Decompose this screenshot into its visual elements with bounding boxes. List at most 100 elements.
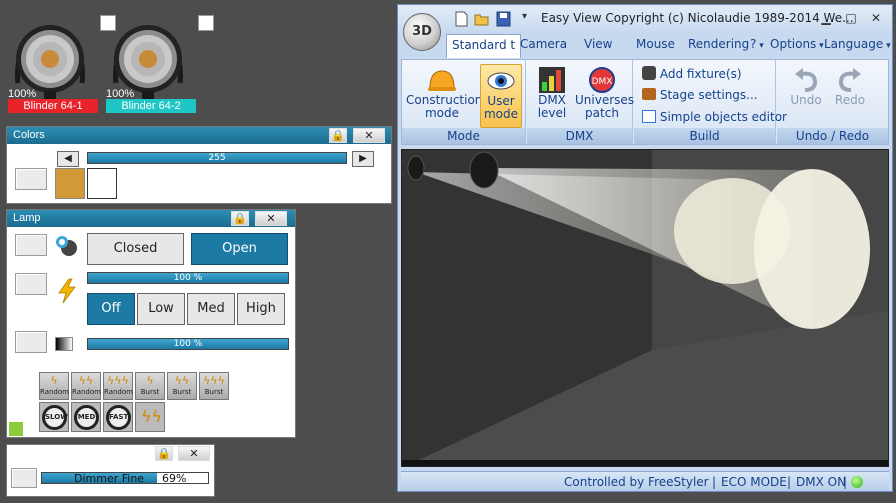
tab-view[interactable]: View	[584, 37, 612, 51]
lamp-panel-title: Lamp	[7, 210, 295, 227]
redo-label: Redo	[834, 93, 866, 107]
quick-access-dropdown-icon[interactable]: ▾	[522, 11, 527, 22]
add-fixtures-button[interactable]: Add fixture(s)	[642, 66, 742, 81]
simple-objects-editor-label: Simple objects editor	[659, 110, 787, 124]
ribbon-tabs: Standard t Camera View Mouse Rendering ?…	[398, 33, 892, 59]
lock-icon[interactable]: 🔒	[155, 446, 173, 461]
burst-effect-button[interactable]: ϟ Burst	[135, 372, 165, 400]
random-effect-button[interactable]: ϟϟϟ Random	[103, 372, 133, 400]
tab-mouse[interactable]: Mouse	[636, 37, 675, 51]
options-label: Options	[770, 37, 817, 51]
slider-left-button[interactable]: ◀	[57, 151, 79, 167]
resize-grip-icon[interactable]	[9, 422, 23, 436]
universes-patch-button[interactable]: DMX Universes patch	[575, 64, 634, 126]
close-button[interactable]: ✕	[178, 446, 210, 461]
color-swatch-amber[interactable]	[55, 168, 85, 199]
color-slider[interactable]: 255	[87, 152, 347, 164]
strobe-high-button[interactable]: High	[237, 293, 285, 325]
random-effect-button[interactable]: ϟ Random	[39, 372, 69, 400]
eye-icon	[487, 72, 515, 90]
stage-settings-button[interactable]: Stage settings...	[642, 88, 758, 102]
ribbon-group-undo: Undo Redo Undo / Redo	[777, 60, 888, 144]
color-swatch-white[interactable]	[87, 168, 117, 199]
fixture-select-checkbox[interactable]	[198, 15, 214, 31]
status-eco-mode: ECO MODE	[721, 475, 787, 489]
random-effect-button[interactable]: ϟϟ Random	[71, 372, 101, 400]
ribbon-group-mode: Construction mode User mode Mode	[402, 60, 526, 144]
lamp-panel: Lamp 🔒 ✕ Closed Open 100 % Off Low Med H…	[6, 209, 296, 438]
3d-viewport[interactable]	[401, 149, 889, 467]
simple-objects-editor-button[interactable]: Simple objects editor	[642, 110, 787, 124]
construction-mode-button[interactable]: Construction mode	[406, 64, 482, 126]
language-menu[interactable]: Language ▾	[824, 37, 891, 51]
strobe-med-button[interactable]: Med	[187, 293, 235, 325]
lightning-off-icon: ϟϟ	[141, 407, 163, 426]
strobe-low-button[interactable]: Low	[137, 293, 185, 325]
lightning-icon: ϟ	[146, 374, 154, 387]
easy-view-window: ▾ Easy View Copyright (c) Nicolaudie 198…	[397, 4, 893, 492]
lightning-icon: ϟϟ	[78, 374, 94, 387]
shutter-select-button[interactable]	[15, 234, 47, 256]
group-label-dmx: DMX	[527, 128, 632, 144]
effect-label: Random	[72, 388, 101, 396]
open-folder-icon[interactable]	[474, 11, 489, 27]
save-icon[interactable]	[496, 11, 511, 27]
lightning-icon: ϟϟϟ	[203, 374, 225, 387]
shutter-closed-button[interactable]: Closed	[87, 233, 184, 265]
dimmer-fine-slider[interactable]: Dimmer Fine 69%	[41, 472, 209, 485]
colors-select-button[interactable]	[15, 168, 47, 190]
user-mode-button[interactable]: User mode	[480, 64, 522, 128]
tab-standard[interactable]: Standard t	[446, 34, 522, 58]
fast-speed-button[interactable]: FAST	[103, 402, 133, 432]
options-menu[interactable]: Options ▾	[770, 37, 824, 51]
close-button[interactable]: ✕	[353, 128, 385, 143]
close-button[interactable]: ✕	[255, 211, 287, 226]
strobe-stop-button[interactable]: ϟϟ	[135, 402, 165, 432]
status-separator: |	[712, 475, 717, 489]
dimmer-fine-panel: 🔒 ✕ Dimmer Fine 69%	[6, 444, 215, 497]
construction-mode-label: Construction mode	[406, 93, 483, 120]
dimmer-fine-value: 69%	[162, 472, 187, 485]
dimmer-slider[interactable]: 100 %	[87, 338, 289, 350]
maximize-button[interactable]: □	[841, 9, 861, 27]
slider-right-button[interactable]: ▶	[352, 151, 374, 167]
burst-effect-button[interactable]: ϟϟϟ Burst	[199, 372, 229, 400]
close-window-button[interactable]: ✕	[866, 9, 886, 27]
fixture-blinder-2[interactable]: 100% Blinder 64-2	[106, 9, 214, 117]
lock-icon[interactable]: 🔒	[329, 128, 347, 143]
fixture-blinder-1[interactable]: 100% Blinder 64-1	[8, 9, 116, 117]
status-dmx-on: DMX ON	[796, 475, 847, 489]
dimmer-select-button[interactable]	[15, 331, 47, 353]
help-menu[interactable]: ? ▾	[750, 37, 764, 51]
slow-speed-button[interactable]: SLOW	[39, 402, 69, 432]
objects-editor-icon	[642, 110, 656, 123]
ribbon-group-build: Add fixture(s) Stage settings... Simple …	[634, 60, 787, 144]
status-controlled-by: Controlled by FreeStyler	[564, 475, 709, 489]
shutter-open-button[interactable]: Open	[191, 233, 288, 265]
colors-panel: Colors 🔒 ✕ ◀ 255 ▶	[6, 126, 392, 204]
stage-render	[402, 150, 888, 466]
redo-button[interactable]: Redo	[831, 64, 869, 126]
strobe-select-button[interactable]	[15, 273, 47, 295]
stage-icon	[642, 88, 656, 100]
new-file-icon[interactable]	[454, 11, 469, 27]
fixture-add-icon	[642, 66, 656, 80]
dimmer-fine-select-button[interactable]	[11, 468, 37, 488]
title-bar: ▾ Easy View Copyright (c) Nicolaudie 198…	[398, 5, 892, 33]
minimize-button[interactable]: ▁	[816, 9, 836, 27]
strobe-slider[interactable]: 100 %	[87, 272, 289, 284]
undo-button[interactable]: Undo	[787, 64, 825, 126]
tab-camera[interactable]: Camera	[520, 37, 567, 51]
med-speed-button[interactable]: MED	[71, 402, 101, 432]
hard-hat-icon	[428, 70, 456, 91]
tab-rendering[interactable]: Rendering	[688, 37, 749, 51]
window-title: Easy View Copyright (c) Nicolaudie 1989-…	[541, 11, 854, 25]
universes-patch-label: Universes patch	[575, 93, 635, 120]
lock-icon[interactable]: 🔒	[231, 211, 249, 226]
slow-label: SLOW	[42, 405, 68, 430]
group-label-mode: Mode	[402, 128, 525, 144]
dmx-level-button[interactable]: DMX level	[535, 64, 569, 126]
arrow-left-icon: ◀	[64, 153, 72, 164]
strobe-off-button[interactable]: Off	[87, 293, 135, 325]
burst-effect-button[interactable]: ϟϟ Burst	[167, 372, 197, 400]
